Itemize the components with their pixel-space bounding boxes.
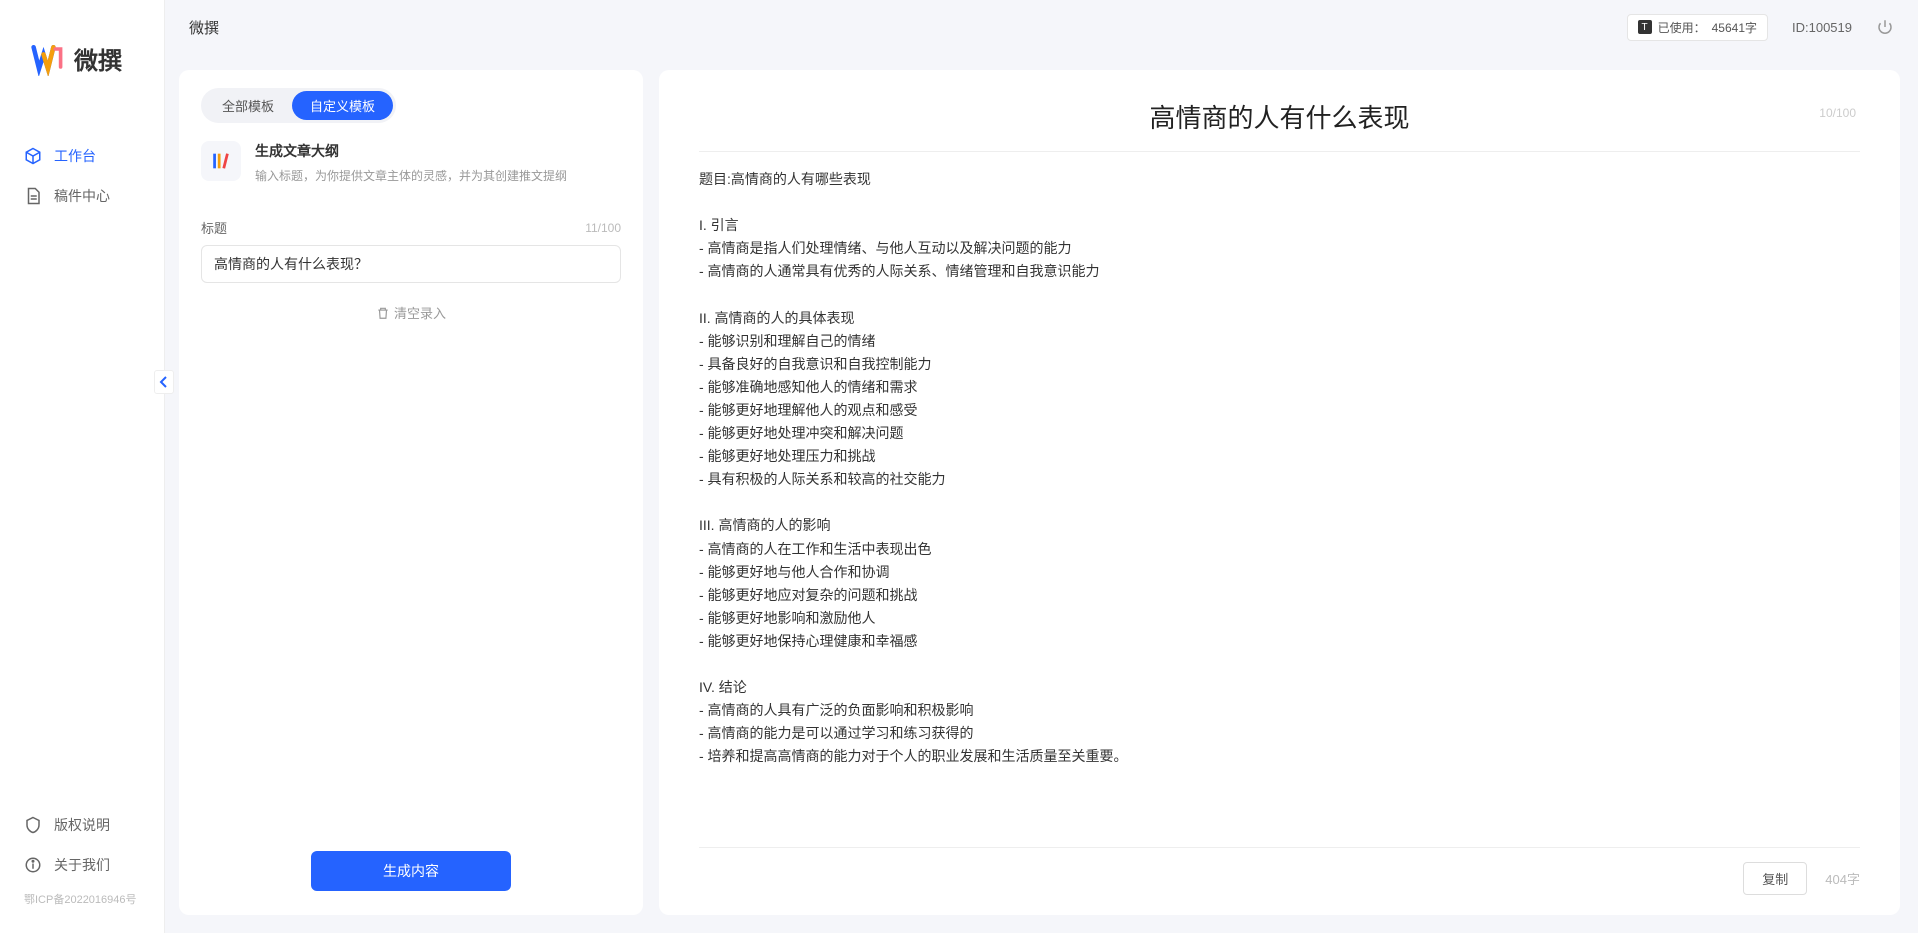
tab-all-templates[interactable]: 全部模板 — [204, 91, 292, 120]
sidebar-item-label: 稿件中心 — [54, 186, 110, 206]
generate-button[interactable]: 生成内容 — [311, 851, 511, 891]
usage-value: 45641字 — [1712, 19, 1757, 36]
text-badge-icon: T — [1638, 20, 1652, 34]
title-input[interactable] — [201, 245, 621, 283]
icp-text: 鄂ICP备2022016946号 — [0, 885, 164, 913]
sidebar-item-workspace[interactable]: 工作台 — [0, 136, 164, 176]
output-body[interactable]: 题目:高情商的人有哪些表现 I. 引言 - 高情商是指人们处理情绪、与他人互动以… — [699, 168, 1860, 837]
input-panel: 全部模板 自定义模板 生成文章大纲 输入标题，为你提供文章主体的灵感，并为其创建… — [179, 70, 643, 915]
sidebar-item-label: 工作台 — [54, 146, 96, 166]
template-tabs: 全部模板 自定义模板 — [201, 88, 396, 123]
topbar-title: 微撰 — [189, 17, 219, 38]
brand-logo: 微撰 — [0, 0, 164, 116]
tab-custom-templates[interactable]: 自定义模板 — [292, 91, 393, 120]
usage-chip[interactable]: T 已使用： 45641字 — [1627, 14, 1768, 41]
clear-input-button[interactable]: 清空录入 — [376, 303, 446, 322]
output-divider — [699, 151, 1860, 152]
document-icon — [24, 187, 42, 205]
output-title: 高情商的人有什么表现 — [699, 98, 1860, 135]
power-icon[interactable] — [1876, 18, 1894, 36]
sidebar-item-copyright[interactable]: 版权说明 — [0, 805, 164, 845]
clear-input-label: 清空录入 — [394, 303, 446, 322]
shield-icon — [24, 816, 42, 834]
template-name: 生成文章大纲 — [255, 141, 567, 161]
user-id: ID:100519 — [1792, 20, 1852, 35]
cube-icon — [24, 147, 42, 165]
trash-icon — [376, 306, 390, 320]
usage-prefix: 已使用： — [1658, 19, 1706, 36]
sidebar: 微撰 工作台 稿件中心 版权说明 — [0, 0, 165, 933]
template-card: 生成文章大纲 输入标题，为你提供文章主体的灵感，并为其创建推文提纲 — [201, 141, 621, 184]
output-panel: 高情商的人有什么表现 10/100 题目:高情商的人有哪些表现 I. 引言 - … — [659, 70, 1900, 915]
output-footer: 复制 404字 — [699, 847, 1860, 895]
sidebar-item-about[interactable]: 关于我们 — [0, 845, 164, 885]
sidebar-item-label: 关于我们 — [54, 855, 110, 875]
brand-name: 微撰 — [74, 41, 122, 76]
word-count: 404字 — [1825, 869, 1860, 888]
title-field-label: 标题 — [201, 218, 227, 237]
sidebar-collapse-handle[interactable] — [154, 370, 174, 394]
sidebar-item-drafts[interactable]: 稿件中心 — [0, 176, 164, 216]
info-icon — [24, 856, 42, 874]
brand-logo-icon — [30, 40, 66, 76]
template-icon — [201, 141, 241, 181]
output-top-counter: 10/100 — [1819, 106, 1856, 120]
template-desc: 输入标题，为你提供文章主体的灵感，并为其创建推文提纲 — [255, 167, 567, 184]
copy-button[interactable]: 复制 — [1743, 862, 1807, 895]
sidebar-nav: 工作台 稿件中心 — [0, 116, 164, 795]
title-field-counter: 11/100 — [585, 221, 621, 235]
sidebar-bottom: 版权说明 关于我们 鄂ICP备2022016946号 — [0, 795, 164, 933]
sidebar-item-label: 版权说明 — [54, 815, 110, 835]
topbar: 微撰 T 已使用： 45641字 ID:100519 — [165, 0, 1918, 54]
